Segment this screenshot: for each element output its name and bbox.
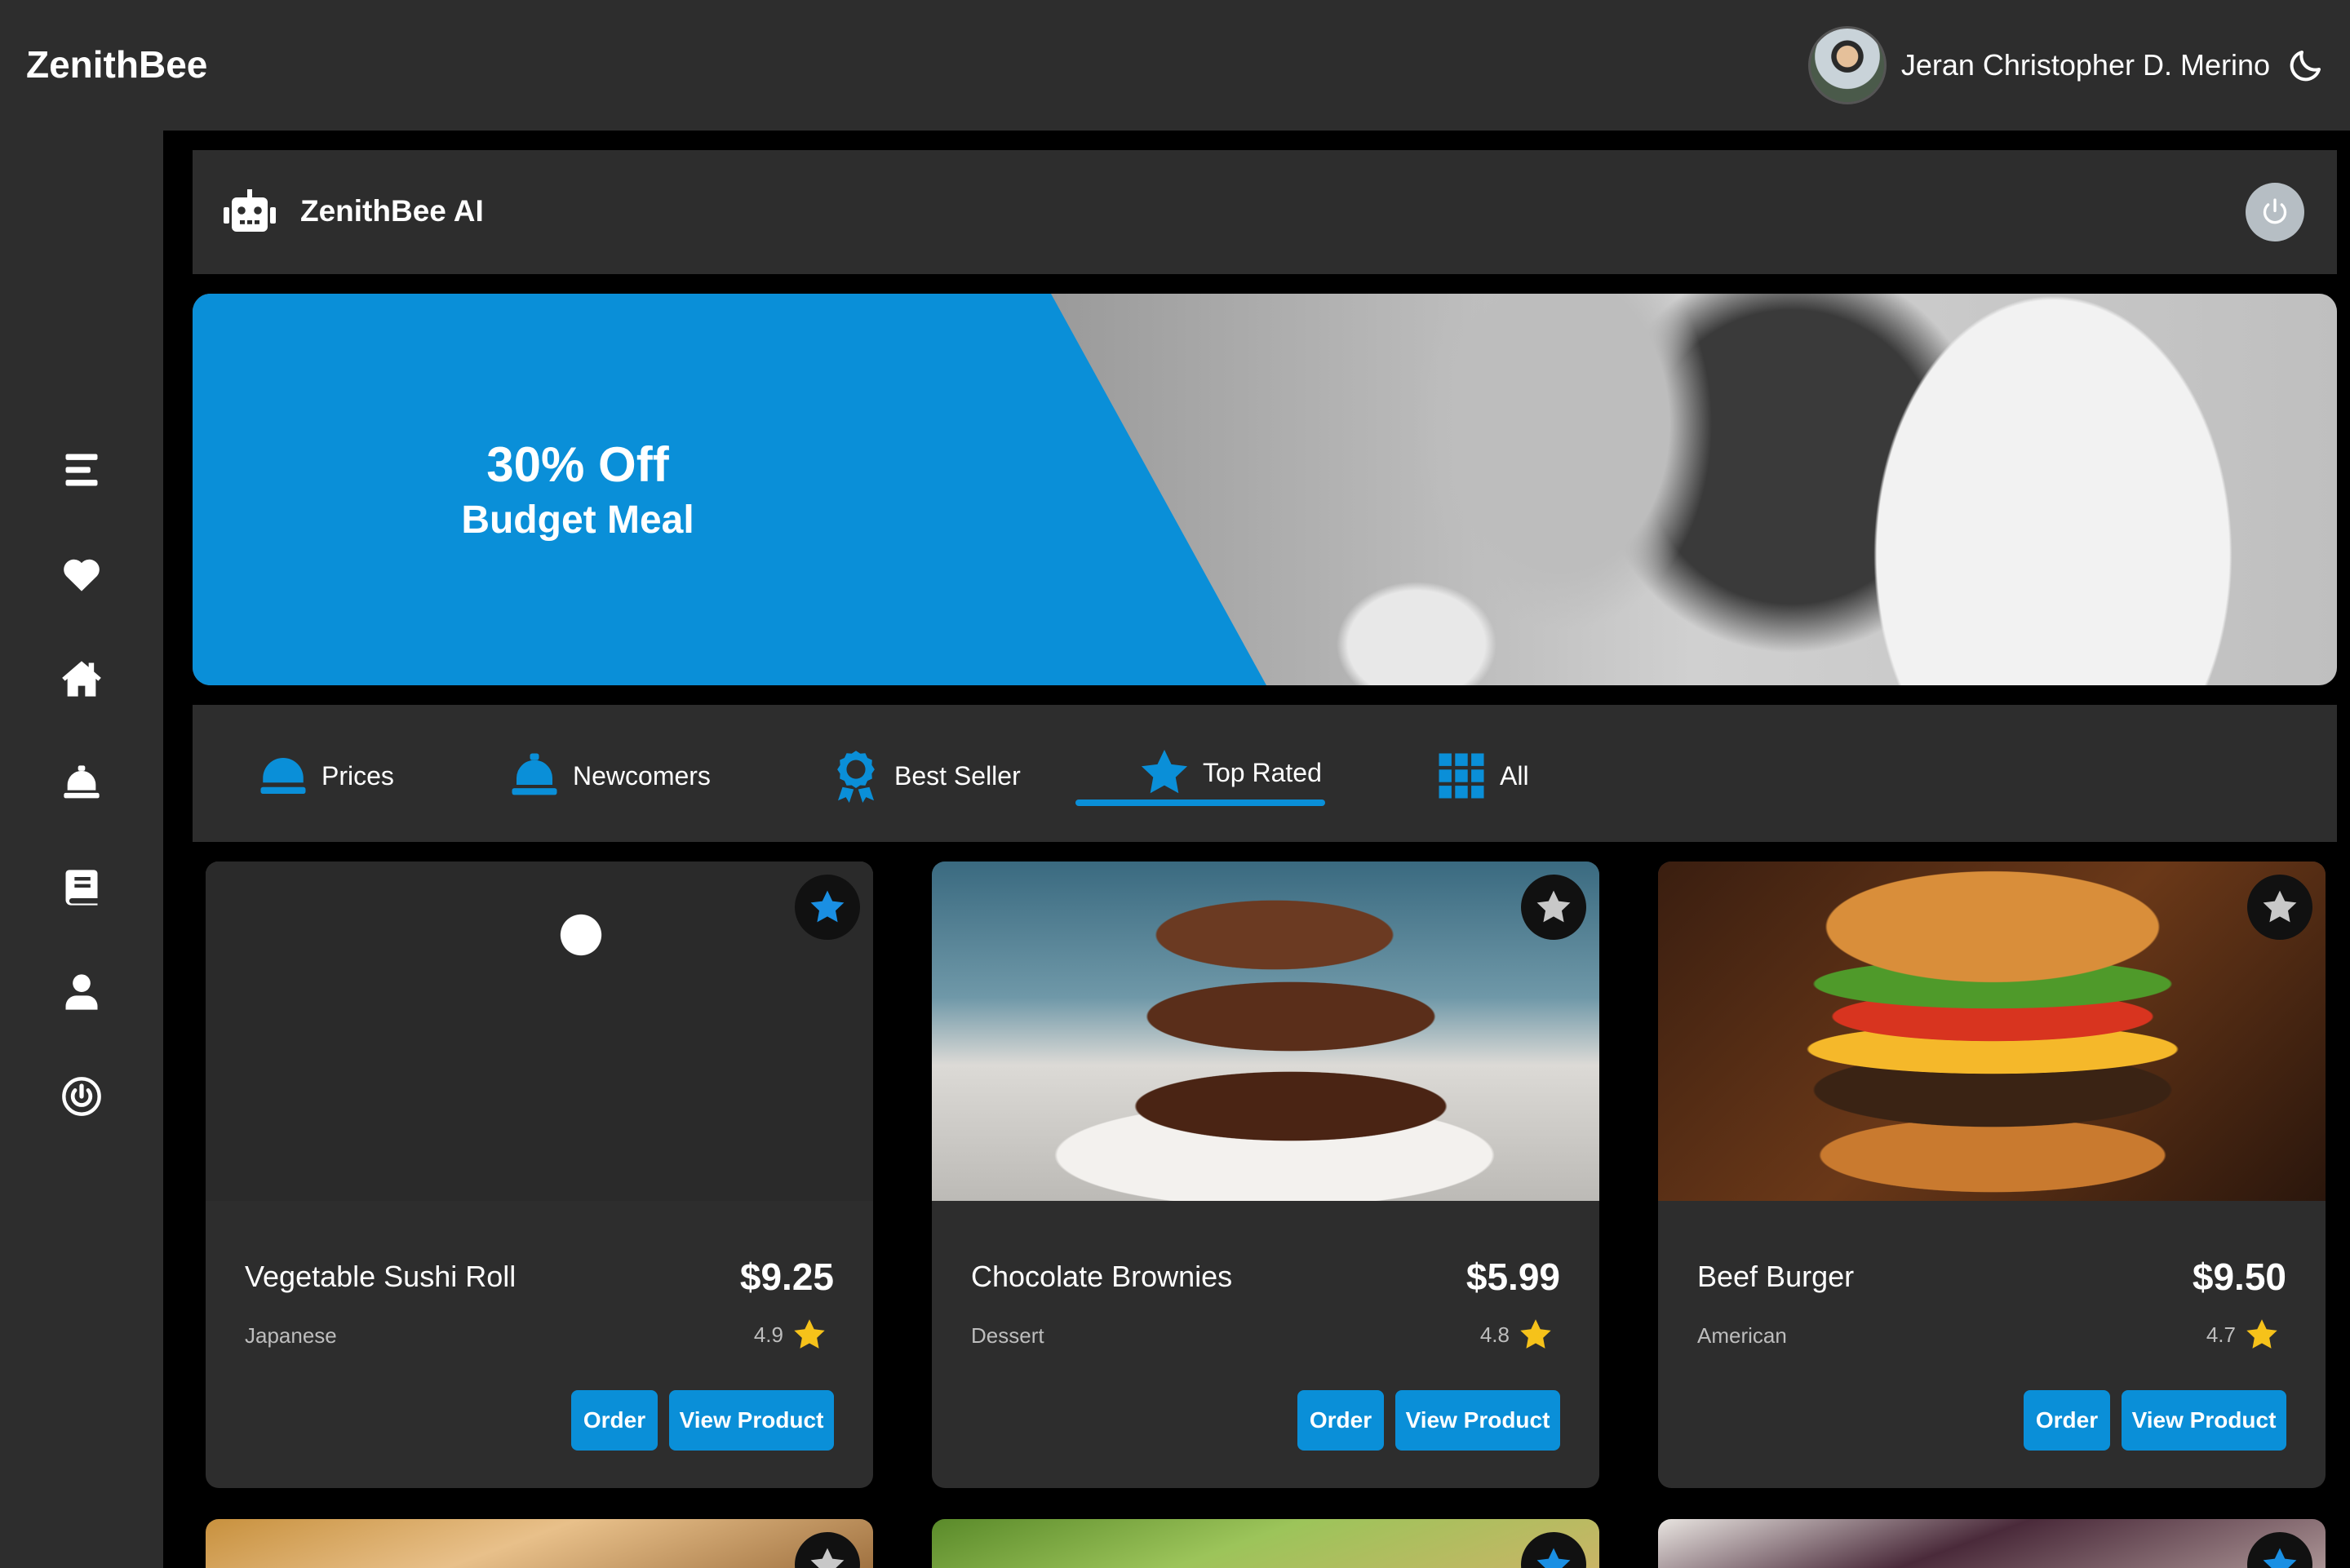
tab-label: Top Rated (1203, 757, 1322, 787)
product-name: Beef Burger (1697, 1260, 1855, 1293)
view-product-button[interactable]: View Product (2122, 1390, 2286, 1451)
star-icon (810, 1548, 845, 1568)
product-card-partial[interactable] (206, 1519, 873, 1568)
robot-icon (224, 189, 276, 232)
book-icon[interactable] (59, 865, 104, 910)
tab-best-seller[interactable]: Best Seller (829, 747, 1021, 804)
user-name[interactable]: Jeran Christopher D. Merino (1901, 48, 2270, 82)
power-icon (2263, 198, 2287, 224)
home-icon[interactable] (59, 656, 104, 702)
user-menu[interactable]: Jeran Christopher D. Merino (1807, 24, 2326, 106)
product-rating: 4.7 (2206, 1317, 2280, 1353)
main-content: ZenithBee AI 30% Off Budget Meal Prices … (163, 131, 2350, 1568)
ai-assistant-bar: ZenithBee AI (193, 150, 2337, 274)
product-image[interactable] (932, 862, 1599, 1201)
product-rating: 4.9 (754, 1317, 827, 1353)
product-card-partial[interactable] (932, 1519, 1599, 1568)
star-icon (1141, 749, 1188, 794)
tab-newcomers[interactable]: Newcomers (508, 747, 711, 804)
product-name: Chocolate Brownies (971, 1260, 1233, 1293)
view-product-button[interactable]: View Product (1395, 1390, 1560, 1451)
product-card: Chocolate Brownies $5.99 Dessert 4.8 Ord… (932, 862, 1599, 1488)
bell-icon (512, 753, 557, 795)
banner-subtitle: Budget Meal (461, 498, 694, 542)
product-price: $9.50 (2192, 1256, 2286, 1298)
rating-value: 4.7 (2206, 1322, 2236, 1347)
tab-label: All (1500, 760, 1529, 791)
top-bar: ZenithBee Jeran Christopher D. Merino (0, 0, 2350, 131)
product-name: Vegetable Sushi Roll (245, 1260, 517, 1293)
product-card: Beef Burger $9.50 American 4.7 Order Vie… (1658, 862, 2326, 1488)
order-button[interactable]: Order (1297, 1390, 1384, 1451)
power-icon[interactable] (59, 1074, 104, 1119)
rating-value: 4.9 (753, 1322, 783, 1347)
award-ribbon-icon (837, 751, 875, 803)
avatar[interactable] (1807, 26, 1887, 104)
star-icon (2246, 1319, 2277, 1349)
star-icon (1536, 890, 1571, 923)
favorite-button[interactable] (795, 875, 860, 940)
ai-title: ZenithBee AI (300, 194, 484, 228)
product-card-partial[interactable] (1658, 1519, 2326, 1568)
star-icon (810, 890, 845, 923)
grid-icon (1439, 753, 1484, 799)
product-category: Dessert (971, 1323, 1044, 1348)
product-price: $9.25 (739, 1256, 834, 1298)
moon-icon[interactable] (2286, 46, 2326, 85)
tab-top-rated[interactable]: Top Rated (1137, 744, 1322, 801)
menu-icon[interactable] (59, 447, 104, 493)
product-category: Japanese (245, 1323, 337, 1348)
product-category: American (1697, 1323, 1787, 1348)
product-price: $5.99 (1465, 1256, 1560, 1298)
favorite-button[interactable] (2247, 1532, 2312, 1568)
heart-icon[interactable] (59, 551, 104, 597)
star-icon (1520, 1319, 1551, 1349)
brand-logo[interactable]: ZenithBee (26, 42, 207, 86)
order-button[interactable]: Order (2024, 1390, 2110, 1451)
banner-discount: 30% Off (486, 437, 669, 492)
active-tab-indicator (1075, 800, 1325, 806)
ai-power-button[interactable] (2246, 183, 2304, 241)
favorite-button[interactable] (795, 1532, 860, 1568)
tab-label: Best Seller (894, 760, 1021, 791)
tab-all[interactable]: All (1434, 747, 1529, 804)
favorite-button[interactable] (1521, 1532, 1586, 1568)
star-icon (2263, 890, 2297, 923)
serving-bell-icon[interactable] (59, 760, 104, 806)
product-card: Vegetable Sushi Roll $9.25 Japanese 4.9 … (206, 862, 873, 1488)
star-icon (794, 1319, 825, 1349)
category-tabs: Prices Newcomers Best Seller Top Rated A… (193, 705, 2337, 842)
user-icon[interactable] (59, 969, 104, 1015)
product-image[interactable] (206, 862, 873, 1201)
product-image[interactable] (1658, 862, 2326, 1201)
tab-label: Prices (321, 760, 394, 791)
tab-label: Newcomers (573, 760, 711, 791)
banner-text: 30% Off Budget Meal (193, 294, 1266, 685)
favorite-button[interactable] (2247, 875, 2312, 940)
promo-banner[interactable]: 30% Off Budget Meal (193, 294, 2337, 685)
serving-dome-icon (260, 758, 306, 794)
star-icon (1536, 1548, 1571, 1568)
sidebar (0, 131, 163, 1568)
star-icon (2263, 1548, 2297, 1568)
view-product-button[interactable]: View Product (669, 1390, 834, 1451)
product-rating: 4.8 (1480, 1317, 1554, 1353)
order-button[interactable]: Order (571, 1390, 658, 1451)
rating-value: 4.8 (1479, 1322, 1510, 1347)
favorite-button[interactable] (1521, 875, 1586, 940)
tab-prices[interactable]: Prices (256, 747, 394, 804)
